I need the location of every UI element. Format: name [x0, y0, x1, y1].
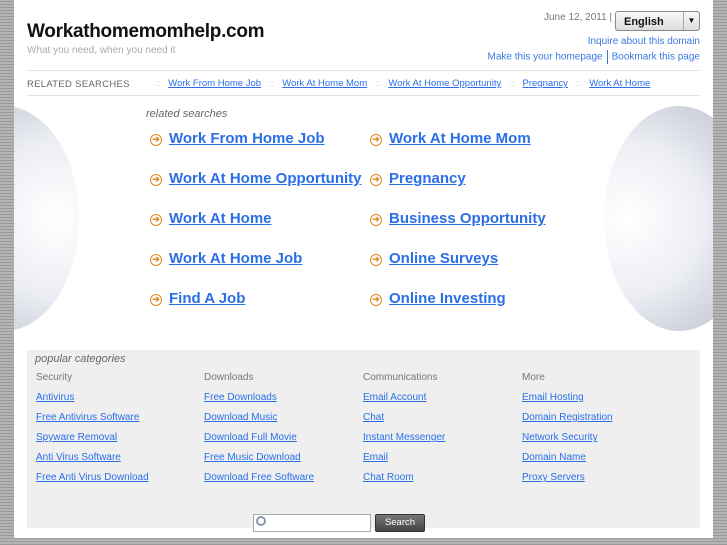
arrow-right-circle-icon: ➔: [370, 134, 382, 146]
related-search-link[interactable]: Work At Home Mom: [389, 130, 531, 147]
category-link[interactable]: Instant Messenger: [363, 432, 445, 452]
related-search-link[interactable]: Online Surveys: [389, 250, 498, 267]
separator: ::: [375, 78, 381, 89]
related-search-link[interactable]: Work At Home Job: [169, 250, 302, 267]
category-link[interactable]: Domain Name: [522, 452, 613, 472]
language-value: English: [624, 16, 664, 28]
related-searches-label: RELATED SEARCHES: [27, 79, 130, 90]
divider: [606, 50, 608, 64]
category-link[interactable]: Email: [363, 452, 445, 472]
related-search-item: ➔ Business Opportunity: [370, 210, 546, 227]
category-title: Security: [36, 372, 73, 383]
category-link[interactable]: Free Antivirus Software: [36, 412, 149, 432]
arrow-right-circle-icon: ➔: [370, 214, 382, 226]
search-icon: [256, 516, 266, 526]
related-bar-link[interactable]: Work From Home Job: [168, 78, 261, 89]
separator: ::: [269, 78, 275, 89]
category-link[interactable]: Download Full Movie: [204, 432, 314, 452]
category-link[interactable]: Chat: [363, 412, 445, 432]
category-link[interactable]: Free Music Download: [204, 452, 314, 472]
arrow-right-circle-icon: ➔: [370, 174, 382, 186]
related-search-link[interactable]: Online Investing: [389, 290, 506, 307]
category-link[interactable]: Download Music: [204, 412, 314, 432]
site-title: Workathomemomhelp.com: [27, 21, 265, 42]
category-link[interactable]: Network Security: [522, 432, 613, 452]
related-bar-link[interactable]: Pregnancy: [523, 78, 568, 89]
category-link[interactable]: Spyware Removal: [36, 432, 149, 452]
separator: ::: [509, 78, 515, 89]
category-link[interactable]: Email Account: [363, 392, 445, 412]
language-select[interactable]: English ▼: [615, 11, 700, 31]
bookmark-link[interactable]: Bookmark this page: [612, 52, 700, 63]
page: Workathomemomhelp.com What you need, whe…: [14, 0, 713, 538]
arrow-right-circle-icon: ➔: [150, 254, 162, 266]
category-link[interactable]: Domain Registration: [522, 412, 613, 432]
related-search-link[interactable]: Work At Home Opportunity: [169, 170, 362, 187]
related-search-item: ➔ Online Surveys: [370, 250, 498, 267]
related-search-item: ➔ Find A Job: [150, 290, 245, 307]
related-search-link[interactable]: Business Opportunity: [389, 210, 546, 227]
date: June 12, 2011 |: [544, 12, 613, 23]
category-title: More: [522, 372, 545, 383]
related-search-link[interactable]: Work From Home Job: [169, 130, 325, 147]
search-button[interactable]: Search: [375, 514, 425, 532]
homepage-link[interactable]: Make this your homepage: [488, 52, 603, 63]
category-link[interactable]: Chat Room: [363, 472, 445, 492]
category-column: More Email Hosting Domain Registration Netw…: [522, 372, 613, 492]
category-column: Security Antivirus Free Antivirus Software…: [36, 372, 149, 492]
related-search-item: ➔ Work At Home: [150, 210, 272, 227]
decorative-sphere-left: [14, 106, 79, 331]
popular-categories: popular categories Security Antivirus Free…: [27, 350, 700, 528]
related-bar-link[interactable]: Work At Home Mom: [282, 78, 367, 89]
category-column: Downloads Free Downloads Download Music Dow…: [204, 372, 314, 492]
search-box: [253, 514, 371, 532]
tagline: What you need, when you need it: [27, 45, 176, 56]
related-search-item: ➔ Online Investing: [370, 290, 506, 307]
related-search-item: ➔ Work At Home Opportunity: [150, 170, 362, 187]
category-link[interactable]: Proxy Servers: [522, 472, 613, 492]
category-title: Communications: [363, 372, 438, 383]
arrow-right-circle-icon: ➔: [150, 214, 162, 226]
search-input[interactable]: [270, 516, 368, 530]
header-links: Make this your homepage Bookmark this pag…: [488, 50, 700, 64]
category-link[interactable]: Anti Virus Software: [36, 452, 149, 472]
category-link[interactable]: Free Anti Virus Download: [36, 472, 149, 492]
category-title: Downloads: [204, 372, 254, 383]
related-search-item: ➔ Work At Home Job: [150, 250, 302, 267]
separator: ::: [155, 78, 161, 89]
chevron-down-icon: ▼: [683, 12, 699, 30]
related-search-item: ➔ Work From Home Job: [150, 130, 325, 147]
related-search-item: ➔ Pregnancy: [370, 170, 466, 187]
related-searches-bar: RELATED SEARCHES :: Work From Home Job:: W…: [27, 70, 700, 96]
related-search-link[interactable]: Work At Home: [169, 210, 272, 227]
decorative-sphere-right: [604, 106, 713, 331]
inquire-link[interactable]: Inquire about this domain: [588, 36, 700, 47]
related-search-link[interactable]: Find A Job: [169, 290, 245, 307]
category-column: Communications Email Account Chat Instant M…: [363, 372, 445, 492]
related-searches-heading: related searches: [146, 108, 228, 120]
category-link[interactable]: Download Free Software: [204, 472, 314, 492]
arrow-right-circle-icon: ➔: [150, 174, 162, 186]
related-bar-link[interactable]: Work At Home: [589, 78, 650, 89]
category-link[interactable]: Email Hosting: [522, 392, 613, 412]
category-link[interactable]: Free Downloads: [204, 392, 314, 412]
related-bar-link[interactable]: Work At Home Opportunity: [388, 78, 501, 89]
arrow-right-circle-icon: ➔: [150, 294, 162, 306]
popular-categories-heading: popular categories: [35, 353, 126, 365]
arrow-right-circle-icon: ➔: [370, 254, 382, 266]
arrow-right-circle-icon: ➔: [150, 134, 162, 146]
category-link[interactable]: Antivirus: [36, 392, 149, 412]
arrow-right-circle-icon: ➔: [370, 294, 382, 306]
separator: ::: [575, 78, 582, 89]
related-search-link[interactable]: Pregnancy: [389, 170, 466, 187]
related-search-item: ➔ Work At Home Mom: [370, 130, 531, 147]
